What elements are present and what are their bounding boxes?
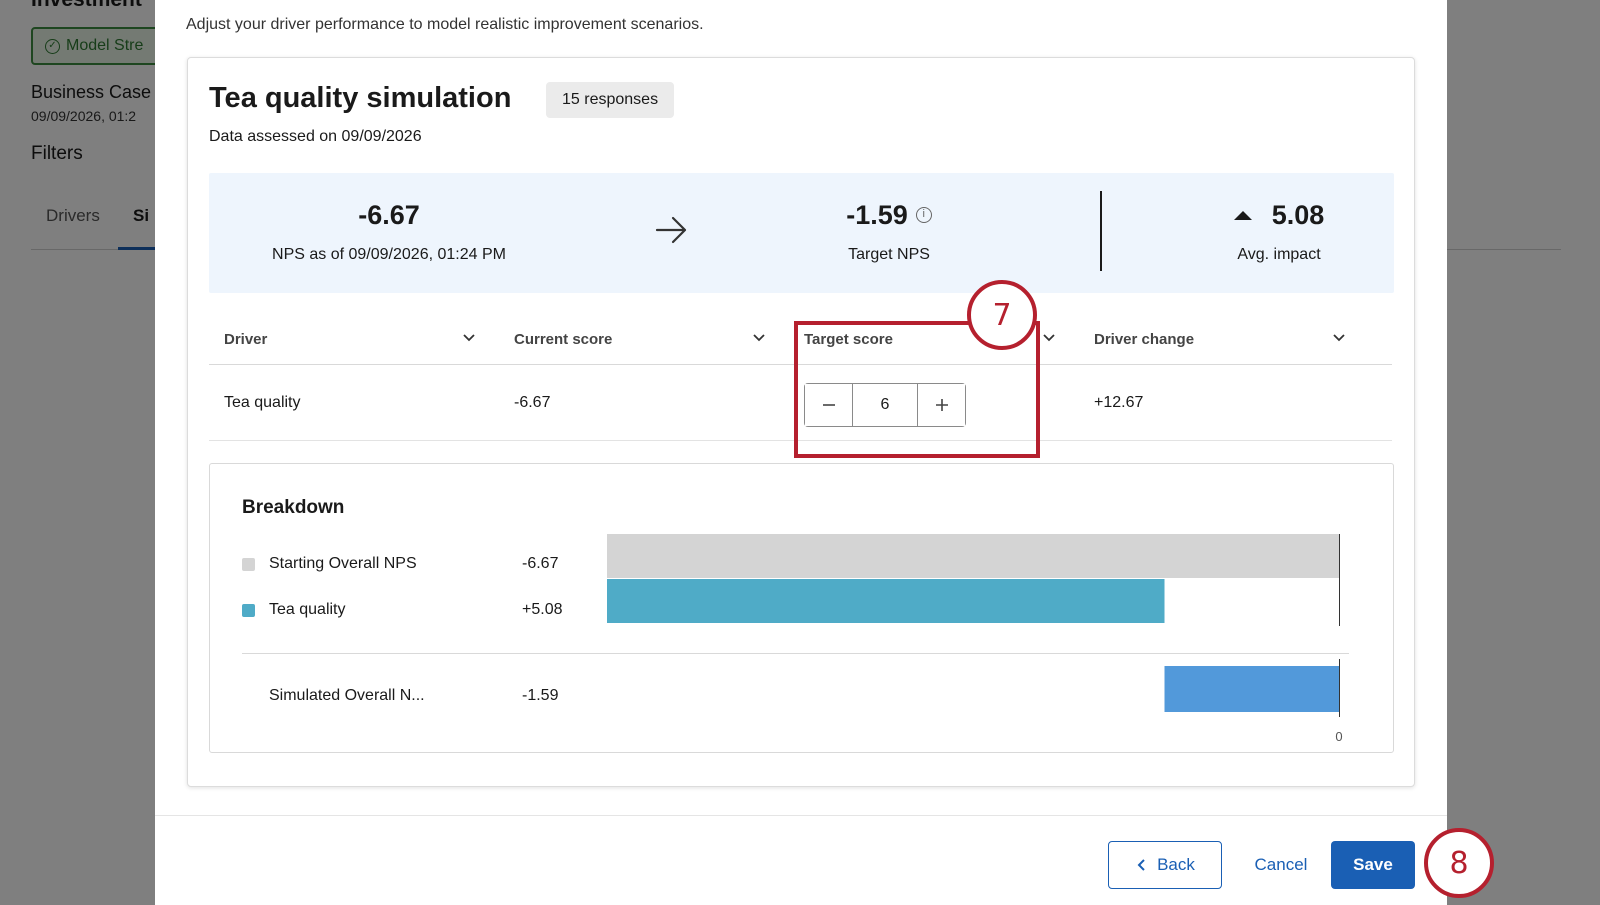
breakdown-title: Breakdown <box>242 497 345 518</box>
target-nps: -1.59 i Target NPS <box>789 196 989 264</box>
column-header-current-score[interactable]: Current score <box>514 313 774 365</box>
column-header-label: Driver change <box>1094 330 1195 348</box>
responses-chip: 15 responses <box>546 82 675 118</box>
modal-footer: Back Cancel Save <box>155 815 1447 905</box>
x-tick-label: 0 <box>1335 729 1342 744</box>
save-button[interactable]: Save <box>1331 841 1415 889</box>
avg-impact: 5.08 Avg. impact <box>1194 196 1364 264</box>
column-header-label: Current score <box>514 330 613 348</box>
current-nps: -6.67 NPS as of 09/09/2026, 01:24 PM <box>239 196 539 264</box>
current-nps-label: NPS as of 09/09/2026, 01:24 PM <box>272 246 506 263</box>
caret-up-icon <box>1233 210 1252 220</box>
bar-starting-nps <box>607 534 1339 578</box>
back-button[interactable]: Back <box>1108 841 1222 889</box>
simulation-title: Tea quality simulation <box>209 82 512 114</box>
legend-swatch <box>242 603 255 617</box>
breakdown-value: -6.67 <box>522 555 559 572</box>
column-header-label: Driver <box>224 330 268 348</box>
chevron-down-icon[interactable] <box>750 329 768 347</box>
chevron-down-icon[interactable] <box>460 329 478 347</box>
current-score-value: -6.67 <box>514 394 551 411</box>
cancel-button[interactable]: Cancel <box>1244 841 1318 889</box>
back-button-label: Back <box>1157 855 1195 874</box>
breakdown-label: Simulated Overall N... <box>269 687 425 704</box>
avg-impact-value: 5.08 <box>1271 199 1325 230</box>
breakdown-legend-item: Tea quality <box>242 598 346 622</box>
step-callout-7: 7 <box>967 280 1037 350</box>
info-icon[interactable]: i <box>915 207 932 223</box>
breakdown-label: Starting Overall NPS <box>269 555 417 572</box>
breakdown-chart: 0 <box>607 534 1343 744</box>
nps-summary: -6.67 NPS as of 09/09/2026, 01:24 PM -1.… <box>209 173 1394 293</box>
bar-simulated-nps <box>1164 666 1339 712</box>
breakdown-value: -1.59 <box>522 687 559 704</box>
legend-swatch <box>242 557 255 571</box>
chevron-down-icon[interactable] <box>1330 329 1348 347</box>
breakdown-value: +5.08 <box>522 601 563 618</box>
target-nps-label: Target NPS <box>848 246 930 263</box>
driver-change-value: +12.67 <box>1094 394 1144 411</box>
bar-tea-quality <box>607 579 1165 623</box>
column-header-driver[interactable]: Driver <box>224 313 484 365</box>
current-nps-value: -6.67 <box>358 199 420 230</box>
breakdown-legend-item: Simulated Overall N... <box>269 684 425 708</box>
data-assessed-date: Data assessed on 09/09/2026 <box>209 128 422 145</box>
chevron-down-icon[interactable] <box>1040 329 1058 347</box>
column-header-driver-change[interactable]: Driver change <box>1094 313 1354 365</box>
step-callout-8: 8 <box>1424 828 1494 898</box>
arrow-right-icon <box>655 216 687 244</box>
driver-name: Tea quality <box>224 394 301 411</box>
breakdown-label: Tea quality <box>269 601 346 618</box>
chevron-left-icon <box>1137 859 1145 871</box>
breakdown-panel: Breakdown Starting Overall NPS -6.67 Tea… <box>209 463 1394 753</box>
summary-divider <box>1100 191 1102 271</box>
breakdown-legend-item: Starting Overall NPS <box>242 552 417 576</box>
modal-description: Adjust your driver performance to model … <box>186 16 704 33</box>
avg-impact-label: Avg. impact <box>1237 246 1321 263</box>
target-nps-value: -1.59 <box>846 199 908 230</box>
